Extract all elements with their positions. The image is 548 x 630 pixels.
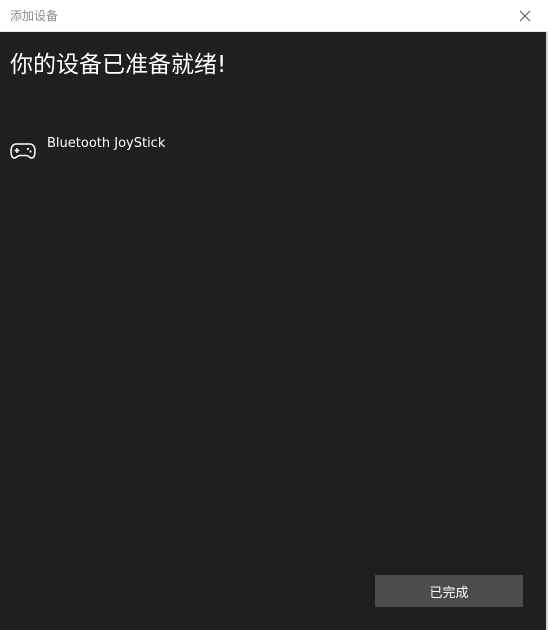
close-button[interactable]	[502, 0, 548, 31]
device-name: Bluetooth JoyStick	[47, 136, 166, 151]
title-bar: 添加设备	[0, 0, 548, 32]
add-device-window: 添加设备 你的设备已准备就绪! Bluetooth JoyStick 已完成	[0, 0, 548, 630]
close-icon	[519, 10, 531, 21]
page-title: 你的设备已准备就绪!	[10, 52, 227, 78]
done-button[interactable]: 已完成	[375, 575, 523, 607]
gamepad-icon	[10, 143, 36, 159]
device-list-item: Bluetooth JoyStick	[10, 135, 165, 165]
main-panel: 你的设备已准备就绪! Bluetooth JoyStick 已完成	[0, 32, 548, 630]
window-title: 添加设备	[10, 9, 59, 23]
